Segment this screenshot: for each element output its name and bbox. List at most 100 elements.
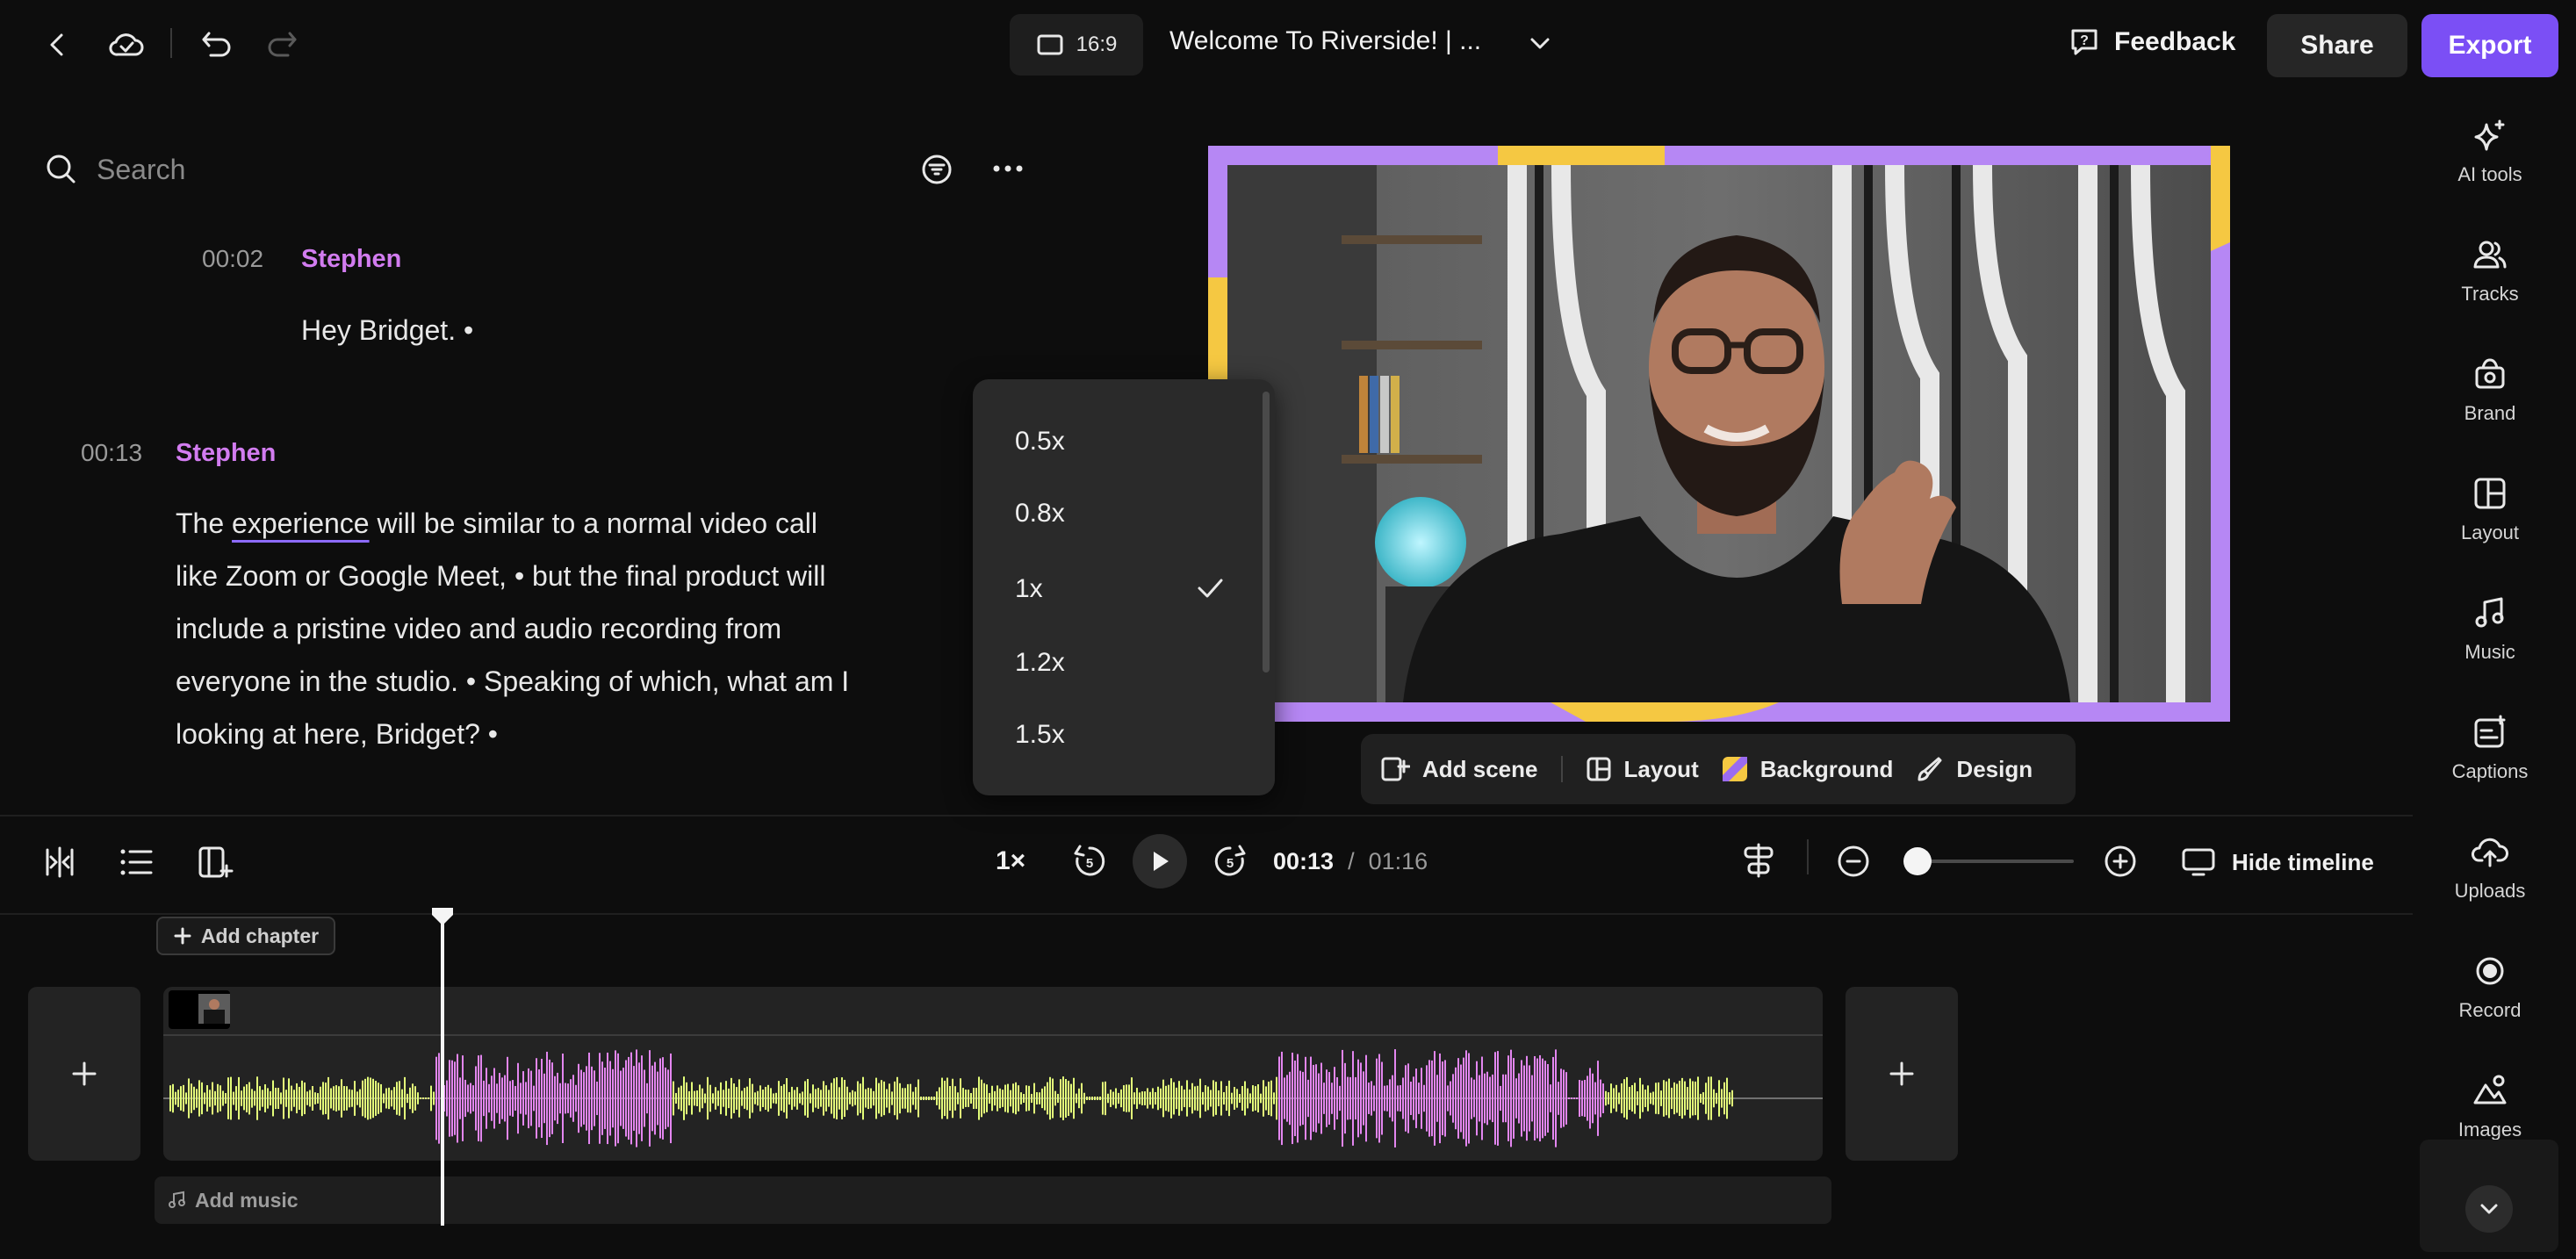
toolbar-divider: [1560, 756, 1563, 782]
plus-icon: [71, 1061, 97, 1087]
add-scene-button[interactable]: Add scene: [1380, 754, 1538, 784]
rail-item-layout[interactable]: Layout: [2420, 476, 2560, 544]
speaker-name[interactable]: Stephen: [176, 439, 276, 468]
divider: [1807, 839, 1809, 874]
playback-speed-menu: 0.5x 0.8x 1x 1.2x 1.5x: [973, 379, 1275, 795]
forward-5-icon[interactable]: 5: [1212, 843, 1248, 880]
right-tool-rail: AI tools Tracks Brand Layout Music Capti…: [2420, 91, 2576, 1259]
speed-option-0-5x[interactable]: 0.5x: [1015, 427, 1065, 457]
time-separator: /: [1348, 848, 1355, 874]
monitor-icon: [2181, 846, 2216, 878]
cloud-saved-icon[interactable]: [107, 28, 146, 60]
transcript-line: like Zoom or Google Meet, • but the fina…: [176, 560, 826, 592]
add-music-track[interactable]: Add music: [155, 1176, 1831, 1224]
people-icon: [2472, 237, 2508, 272]
playhead[interactable]: [432, 908, 453, 1226]
video-clip-track[interactable]: [163, 987, 1823, 1161]
transcript-line: The experience will be similar to a norm…: [176, 507, 817, 539]
check-icon: [1192, 571, 1227, 606]
svg-text:?: ?: [2080, 33, 2089, 48]
video-preview[interactable]: [1208, 146, 2230, 722]
align-icon[interactable]: [1740, 841, 1777, 880]
rail-item-uploads[interactable]: Uploads: [2420, 834, 2560, 903]
export-button[interactable]: Export: [2421, 14, 2558, 77]
add-layout-icon[interactable]: [197, 845, 234, 880]
hide-timeline-button[interactable]: Hide timeline: [2181, 846, 2374, 878]
screen-icon: [1036, 33, 1064, 56]
feedback-button[interactable]: ? Feedback: [2069, 26, 2235, 58]
layout-button[interactable]: Layout: [1586, 756, 1699, 783]
zoom-in-icon[interactable]: [2104, 845, 2137, 878]
toolbar-divider: [170, 28, 172, 58]
redo-icon[interactable]: [265, 28, 299, 60]
transcript-line: everyone in the studio. • Speaking of wh…: [176, 665, 850, 697]
rail-item-tracks[interactable]: Tracks: [2420, 237, 2560, 306]
feedback-icon: ?: [2069, 26, 2100, 58]
filter-icon[interactable]: [920, 153, 953, 186]
chevron-down-icon: [2478, 1200, 2500, 1218]
layout-icon: [2472, 476, 2508, 511]
transcript-line[interactable]: Hey Bridget. •: [301, 304, 473, 356]
more-options-icon[interactable]: [992, 163, 1024, 174]
transcript-paragraph[interactable]: The experience will be similar to a norm…: [176, 497, 948, 760]
transcript-line: looking at here, Bridget? •: [176, 718, 498, 750]
background-swatch-icon: [1722, 756, 1748, 782]
playhead-handle[interactable]: [430, 906, 455, 927]
rewind-5-icon[interactable]: 5: [1071, 843, 1108, 880]
undo-icon[interactable]: [200, 28, 234, 60]
top-bar: 16:9 Welcome To Riverside! | ... ? Feedb…: [0, 0, 2576, 91]
add-clip-before-button[interactable]: [28, 987, 140, 1161]
speaker-name[interactable]: Stephen: [301, 245, 401, 274]
captions-icon: [2472, 715, 2508, 750]
rail-item-images[interactable]: Images: [2420, 1073, 2560, 1141]
zoom-slider-handle[interactable]: [1903, 847, 1932, 875]
transcript-search: [44, 149, 1036, 190]
upload-cloud-icon: [2472, 834, 2508, 869]
rail-more-button[interactable]: [2465, 1185, 2513, 1233]
split-icon[interactable]: [42, 845, 77, 880]
speed-option-0-8x[interactable]: 0.8x: [1015, 499, 1065, 529]
layout-icon: [1586, 756, 1612, 782]
music-note-icon: [2472, 595, 2508, 630]
speed-option-1-2x[interactable]: 1.2x: [1015, 648, 1065, 678]
rail-item-brand[interactable]: Brand: [2420, 356, 2560, 425]
music-note-icon: [167, 1191, 186, 1210]
rail-item-ai-tools[interactable]: AI tools: [2420, 118, 2560, 186]
back-icon[interactable]: [42, 30, 72, 60]
menu-scrollbar[interactable]: [1263, 392, 1270, 673]
divider: [0, 913, 2413, 915]
svg-text:5: 5: [1086, 856, 1093, 871]
design-button[interactable]: Design: [1916, 755, 2033, 783]
divider: [0, 815, 2413, 817]
speaker-video: [1227, 165, 2211, 702]
rail-item-record[interactable]: Record: [2420, 953, 2560, 1022]
list-icon[interactable]: [119, 846, 155, 878]
svg-text:5: 5: [1227, 856, 1234, 871]
playback-speed-button[interactable]: 1×: [996, 846, 1025, 876]
plus-icon: [173, 926, 192, 946]
zoom-out-icon[interactable]: [1837, 845, 1870, 878]
timestamp[interactable]: 00:02: [202, 245, 263, 273]
timestamp[interactable]: 00:13: [81, 439, 142, 467]
share-button[interactable]: Share: [2267, 14, 2407, 77]
speed-option-1x[interactable]: 1x: [1015, 574, 1043, 604]
plus-icon: [1889, 1061, 1915, 1087]
time-display: 00:13 / 01:16: [1273, 848, 1428, 875]
rail-item-music[interactable]: Music: [2420, 595, 2560, 664]
zoom-slider[interactable]: [1903, 847, 2074, 875]
scene-toolbar: Add scene Layout Background Design: [1361, 734, 2076, 804]
search-input[interactable]: [97, 153, 799, 186]
add-chapter-button[interactable]: Add chapter: [156, 917, 335, 955]
audio-waveform: [163, 1049, 1823, 1147]
chevron-down-icon[interactable]: [1528, 33, 1552, 54]
rail-item-captions[interactable]: Captions: [2420, 715, 2560, 783]
total-time: 01:16: [1368, 848, 1428, 874]
play-button[interactable]: [1133, 834, 1187, 888]
add-scene-icon: [1380, 754, 1410, 784]
add-clip-after-button[interactable]: [1846, 987, 1958, 1161]
aspect-ratio-button[interactable]: 16:9: [1010, 14, 1143, 76]
project-title[interactable]: Welcome To Riverside! | ...: [1169, 26, 1481, 56]
highlighted-word[interactable]: experience: [232, 507, 370, 539]
speed-option-1-5x[interactable]: 1.5x: [1015, 720, 1065, 750]
background-button[interactable]: Background: [1722, 756, 1893, 783]
